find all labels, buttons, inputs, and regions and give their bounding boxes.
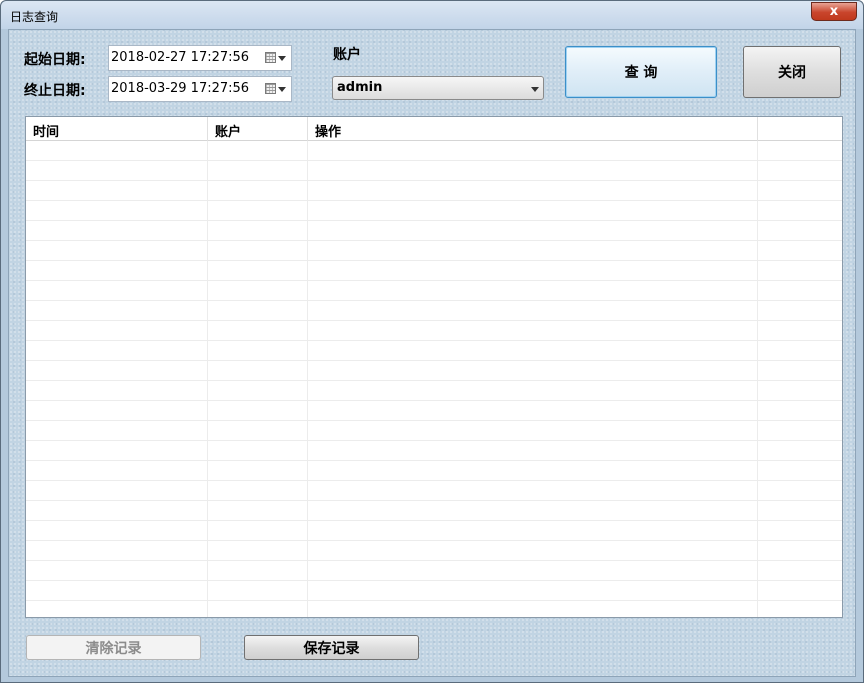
close-button[interactable]: 关闭 xyxy=(743,46,841,98)
account-select[interactable]: admin xyxy=(332,76,544,100)
column-header-time[interactable]: 时间 xyxy=(26,117,208,141)
account-label: 账户 xyxy=(333,47,361,63)
close-icon: x xyxy=(829,4,839,19)
save-records-button[interactable]: 保存记录 xyxy=(244,635,419,660)
start-date-label: 起始日期: xyxy=(24,52,86,68)
clear-records-button[interactable]: 清除记录 xyxy=(26,635,201,660)
query-button[interactable]: 查 询 xyxy=(565,46,717,98)
end-date-label: 终止日期: xyxy=(24,83,86,99)
end-date-picker[interactable]: 2018-03-29 17:27:56 xyxy=(108,76,292,102)
end-date-value: 2018-03-29 17:27:56 xyxy=(111,81,250,96)
client-area: 起始日期: 2018-02-27 17:27:56 终止日期: 2018-03-… xyxy=(8,29,856,677)
column-divider xyxy=(207,141,208,617)
column-header-account[interactable]: 账户 xyxy=(208,117,308,141)
start-date-picker[interactable]: 2018-02-27 17:27:56 xyxy=(108,45,292,71)
chevron-down-icon[interactable] xyxy=(278,56,286,61)
chevron-down-icon[interactable] xyxy=(531,87,539,92)
start-date-value: 2018-02-27 17:27:56 xyxy=(111,50,250,65)
account-value: admin xyxy=(337,80,383,95)
calendar-icon[interactable] xyxy=(265,52,276,63)
column-divider xyxy=(757,141,758,617)
calendar-icon[interactable] xyxy=(265,83,276,94)
title-bar[interactable]: 日志查询 x xyxy=(1,1,863,29)
column-divider xyxy=(307,141,308,617)
log-query-window: 日志查询 x 起始日期: 2018-02-27 17:27:56 终止日期: 2… xyxy=(0,0,864,683)
column-header-filler xyxy=(758,117,842,141)
window-title: 日志查询 xyxy=(10,10,59,24)
log-table[interactable]: 时间 账户 操作 xyxy=(25,116,843,618)
column-header-operation[interactable]: 操作 xyxy=(308,117,758,141)
table-body[interactable] xyxy=(26,141,842,617)
window-close-button[interactable]: x xyxy=(811,2,857,21)
chevron-down-icon[interactable] xyxy=(278,87,286,92)
table-header: 时间 账户 操作 xyxy=(26,117,842,141)
